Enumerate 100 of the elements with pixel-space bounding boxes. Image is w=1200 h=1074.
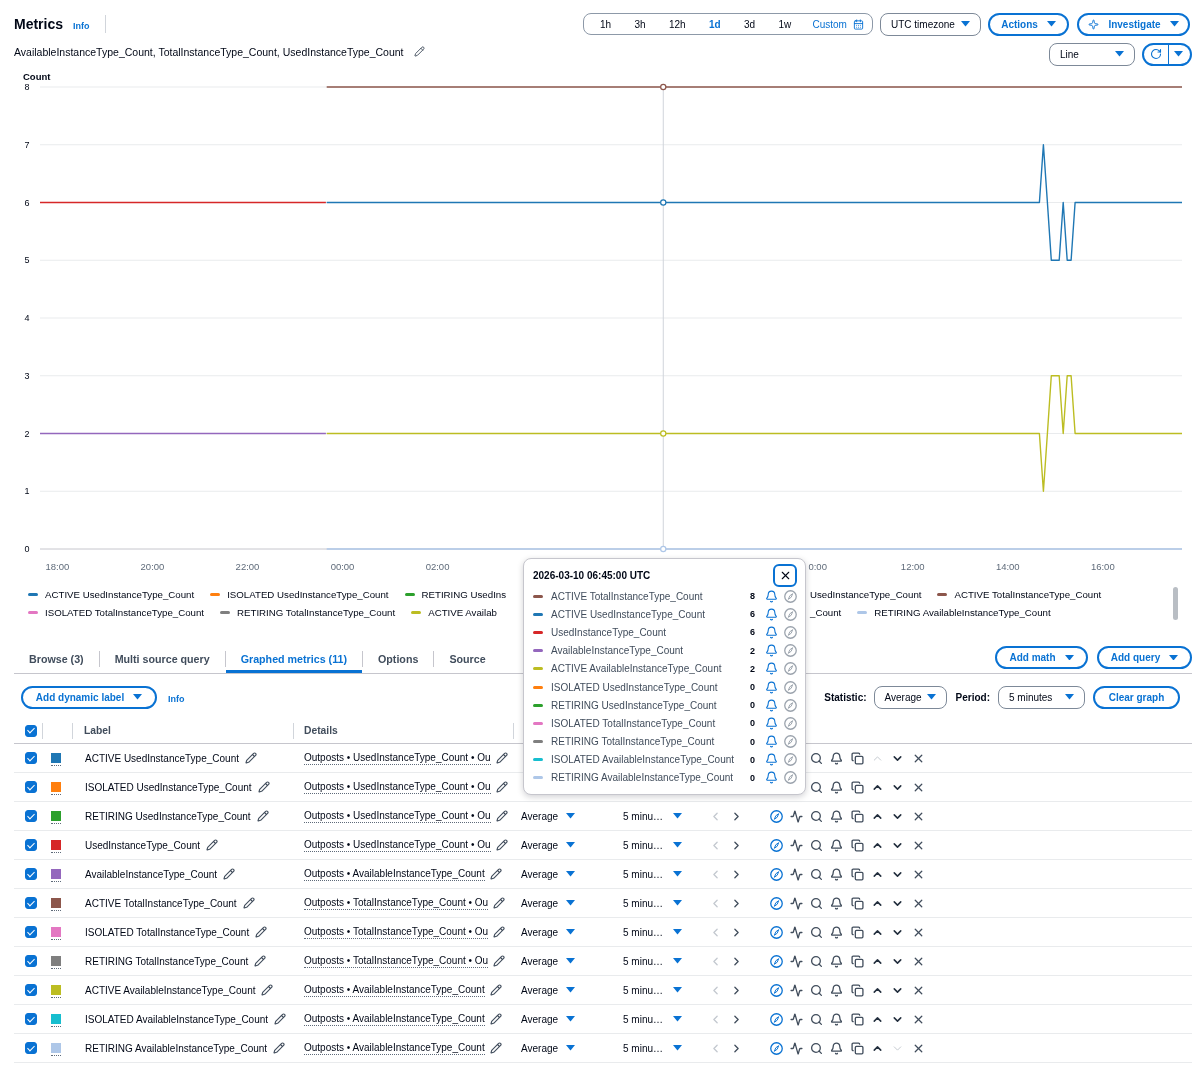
metric-details[interactable]: Outposts • TotalInstanceType_Count • Ou: [304, 954, 489, 968]
bell-icon[interactable]: [765, 753, 778, 767]
tab[interactable]: Browse (3): [14, 644, 99, 673]
search-icon[interactable]: [810, 983, 824, 997]
period-dropdown[interactable]: 5 minu…: [623, 955, 682, 967]
compass-icon[interactable]: [769, 867, 783, 881]
pencil-icon[interactable]: [274, 1013, 287, 1025]
add-dynamic-label-button[interactable]: Add dynamic label: [21, 685, 157, 709]
pencil-icon[interactable]: [489, 984, 502, 996]
add-math-button[interactable]: Add math: [995, 646, 1088, 669]
copy-icon[interactable]: [850, 751, 864, 765]
color-swatch[interactable]: [51, 753, 61, 766]
pulse-icon[interactable]: [789, 1012, 803, 1026]
color-swatch[interactable]: [51, 811, 61, 824]
bell-icon[interactable]: [830, 780, 844, 794]
time-range-option[interactable]: 1h: [592, 15, 620, 33]
compass-icon[interactable]: [769, 838, 783, 852]
copy-icon[interactable]: [850, 867, 864, 881]
pencil-icon[interactable]: [489, 1013, 502, 1025]
pulse-icon[interactable]: [789, 809, 803, 823]
checkbox[interactable]: [25, 1013, 37, 1025]
period-dropdown[interactable]: 5 minu…: [623, 1013, 682, 1025]
scrollbar[interactable]: [1173, 587, 1178, 620]
pulse-icon[interactable]: [789, 925, 803, 939]
legend-item[interactable]: UsedInstanceType_Count: [810, 588, 922, 600]
pencil-icon[interactable]: [242, 897, 255, 909]
color-swatch[interactable]: [51, 840, 61, 853]
close-button[interactable]: [773, 563, 797, 587]
compass-icon[interactable]: [769, 809, 783, 823]
checkbox[interactable]: [25, 781, 37, 793]
color-swatch[interactable]: [51, 782, 61, 795]
pulse-icon[interactable]: [789, 867, 803, 881]
pencil-icon[interactable]: [495, 839, 508, 851]
copy-icon[interactable]: [850, 983, 864, 997]
pencil-icon[interactable]: [223, 868, 236, 880]
statistic-dropdown[interactable]: Average: [521, 810, 576, 822]
copy-icon[interactable]: [850, 1012, 864, 1026]
copy-icon[interactable]: [850, 1041, 864, 1055]
metric-details[interactable]: Outposts • AvailableInstanceType_Count: [304, 867, 485, 881]
search-icon[interactable]: [810, 954, 824, 968]
legend-item[interactable]: ACTIVE Availab: [411, 606, 497, 618]
pencil-icon[interactable]: [254, 955, 267, 967]
metric-details[interactable]: Outposts • AvailableInstanceType_Count: [304, 1012, 485, 1026]
copy-icon[interactable]: [850, 838, 864, 852]
statistic-dropdown[interactable]: Average: [521, 984, 576, 996]
statistic-dropdown[interactable]: Average: [521, 897, 576, 909]
metric-details[interactable]: Outposts • TotalInstanceType_Count • Ou: [304, 896, 489, 910]
pencil-icon[interactable]: [413, 46, 425, 57]
search-icon[interactable]: [810, 838, 824, 852]
statistic-dropdown[interactable]: Average: [521, 926, 576, 938]
search-icon[interactable]: [810, 1041, 824, 1055]
compass-icon[interactable]: [769, 1041, 783, 1055]
tab[interactable]: Multi source query: [99, 644, 225, 673]
period-dropdown[interactable]: 5 minutes: [998, 685, 1085, 709]
period-dropdown[interactable]: 5 minu…: [623, 839, 682, 851]
pencil-icon[interactable]: [495, 781, 508, 793]
pencil-icon[interactable]: [256, 810, 269, 822]
copy-icon[interactable]: [850, 925, 864, 939]
pencil-icon[interactable]: [489, 868, 502, 880]
checkbox[interactable]: [25, 810, 37, 822]
bell-icon[interactable]: [830, 1041, 844, 1055]
search-icon[interactable]: [810, 1012, 824, 1026]
bell-icon[interactable]: [765, 662, 778, 676]
metric-details[interactable]: Outposts • UsedInstanceType_Count • Ou: [304, 809, 491, 823]
refresh-button[interactable]: [1142, 42, 1169, 66]
compass-icon[interactable]: [769, 983, 783, 997]
search-icon[interactable]: [810, 896, 824, 910]
actions-button[interactable]: Actions: [988, 12, 1069, 36]
pulse-icon[interactable]: [789, 838, 803, 852]
color-swatch[interactable]: [51, 869, 61, 882]
checkbox[interactable]: [25, 984, 37, 996]
bell-icon[interactable]: [765, 680, 778, 694]
metric-details[interactable]: Outposts • AvailableInstanceType_Count: [304, 1041, 485, 1055]
period-dropdown[interactable]: 5 minu…: [623, 897, 682, 909]
checkbox[interactable]: [25, 897, 37, 909]
legend-item[interactable]: RETIRING AvailableInstanceType_Count: [857, 606, 1051, 618]
bell-icon[interactable]: [830, 809, 844, 823]
tab[interactable]: Graphed metrics (11): [225, 644, 362, 673]
checkbox[interactable]: [25, 724, 37, 737]
pulse-icon[interactable]: [789, 983, 803, 997]
checkbox[interactable]: [25, 868, 37, 880]
copy-icon[interactable]: [850, 809, 864, 823]
time-range-option[interactable]: 12h: [660, 15, 694, 33]
bell-icon[interactable]: [830, 751, 844, 765]
bell-icon[interactable]: [830, 954, 844, 968]
color-swatch[interactable]: [51, 1014, 61, 1027]
pulse-icon[interactable]: [789, 954, 803, 968]
compass-icon[interactable]: [769, 896, 783, 910]
add-query-button[interactable]: Add query: [1097, 646, 1192, 669]
pencil-icon[interactable]: [255, 926, 268, 938]
pencil-icon[interactable]: [493, 897, 506, 909]
color-swatch[interactable]: [51, 985, 61, 998]
legend-item[interactable]: ACTIVE UsedInstanceType_Count: [28, 588, 195, 600]
color-swatch[interactable]: [51, 1043, 61, 1056]
metric-details[interactable]: Outposts • UsedInstanceType_Count • Ou: [304, 780, 491, 794]
timezone-dropdown[interactable]: UTC timezone: [880, 12, 981, 36]
pencil-icon[interactable]: [493, 955, 506, 967]
bell-icon[interactable]: [765, 625, 778, 639]
custom-range-button[interactable]: Custom: [806, 15, 867, 33]
metric-details[interactable]: Outposts • UsedInstanceType_Count • Ou: [304, 838, 491, 852]
